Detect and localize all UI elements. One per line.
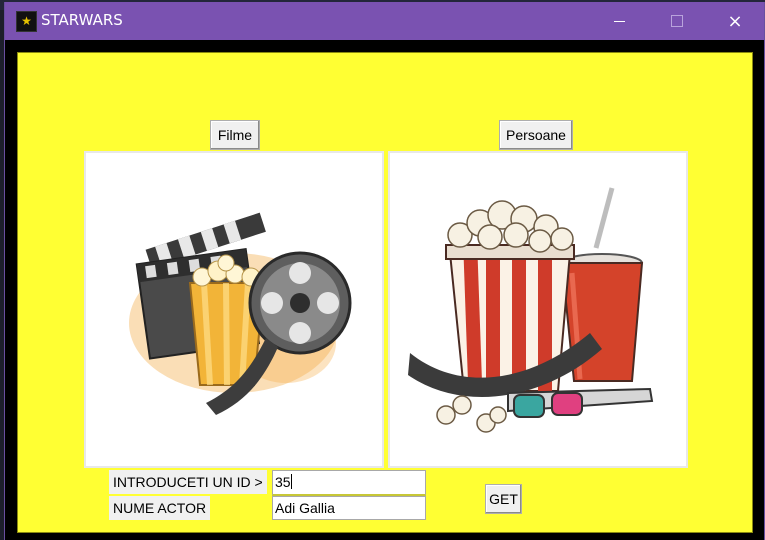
id-input[interactable]: 35 bbox=[272, 470, 426, 496]
film-clapper-reel-illustration bbox=[129, 212, 352, 415]
window-title: STARWARS bbox=[41, 11, 123, 29]
app-icon: ★ bbox=[16, 11, 37, 32]
text-caret bbox=[290, 474, 292, 489]
minimize-icon bbox=[613, 20, 625, 22]
get-button[interactable]: GET bbox=[485, 484, 522, 514]
films-image bbox=[84, 151, 384, 468]
main-panel: Filme Persoane INTRODUCETI UN ID > 35 NU… bbox=[17, 52, 753, 533]
minimize-button[interactable] bbox=[596, 2, 642, 40]
id-input-value: 35 bbox=[275, 474, 291, 490]
maximize-button[interactable] bbox=[654, 2, 700, 40]
people-button[interactable]: Persoane bbox=[499, 120, 573, 150]
app-window: ★ STARWARS × Filme Persoane INTRODUCETI … bbox=[4, 2, 765, 540]
popcorn-drink-glasses-illustration bbox=[408, 187, 654, 433]
films-button[interactable]: Filme bbox=[210, 120, 260, 150]
actor-label: NUME ACTOR bbox=[109, 496, 211, 520]
actor-name-field[interactable]: Adi Gallia bbox=[272, 496, 426, 520]
people-image bbox=[388, 151, 688, 468]
close-icon: × bbox=[727, 10, 743, 32]
id-label: INTRODUCETI UN ID > bbox=[109, 470, 267, 494]
maximize-icon bbox=[671, 15, 683, 27]
title-bar[interactable]: ★ STARWARS × bbox=[5, 2, 764, 40]
close-button[interactable]: × bbox=[712, 2, 758, 40]
